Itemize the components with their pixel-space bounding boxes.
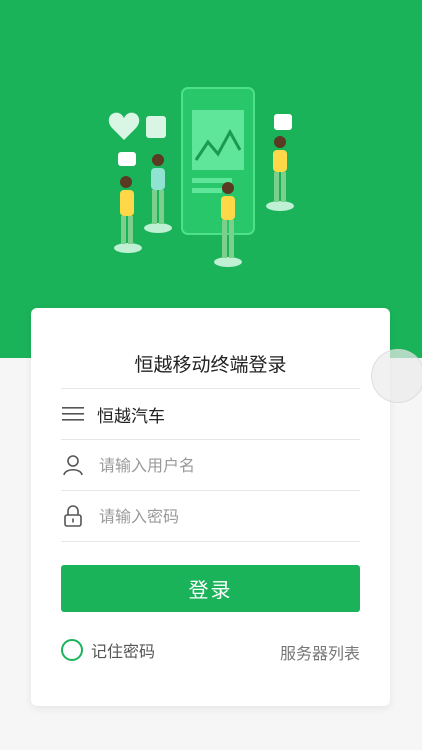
password-input[interactable] [97,505,341,527]
menu-icon[interactable] [61,402,85,426]
user-icon [61,453,85,477]
username-input[interactable] [97,454,341,476]
username-row [61,439,360,490]
lock-icon [61,504,85,528]
password-row [61,490,360,541]
divider [61,541,360,542]
hero-banner [0,0,422,358]
radio-unchecked-icon[interactable] [61,639,83,661]
company-name: 恒越汽车 [97,406,165,427]
hero-illustration [108,87,294,267]
login-title: 恒越移动终端登录 [134,354,287,376]
floating-assistive-button[interactable] [371,349,422,403]
remember-password-label: 记住密码 [91,642,156,661]
company-row[interactable]: 恒越汽车 [61,388,360,439]
remember-password-toggle[interactable]: 记住密码 [61,638,155,662]
server-list-link[interactable]: 服务器列表 [280,640,360,664]
login-card: 恒越移动终端登录 恒越汽车 请输入用户名 登录 记住密码 服务器列表 [31,308,390,706]
login-button[interactable]: 登录 [61,565,360,612]
